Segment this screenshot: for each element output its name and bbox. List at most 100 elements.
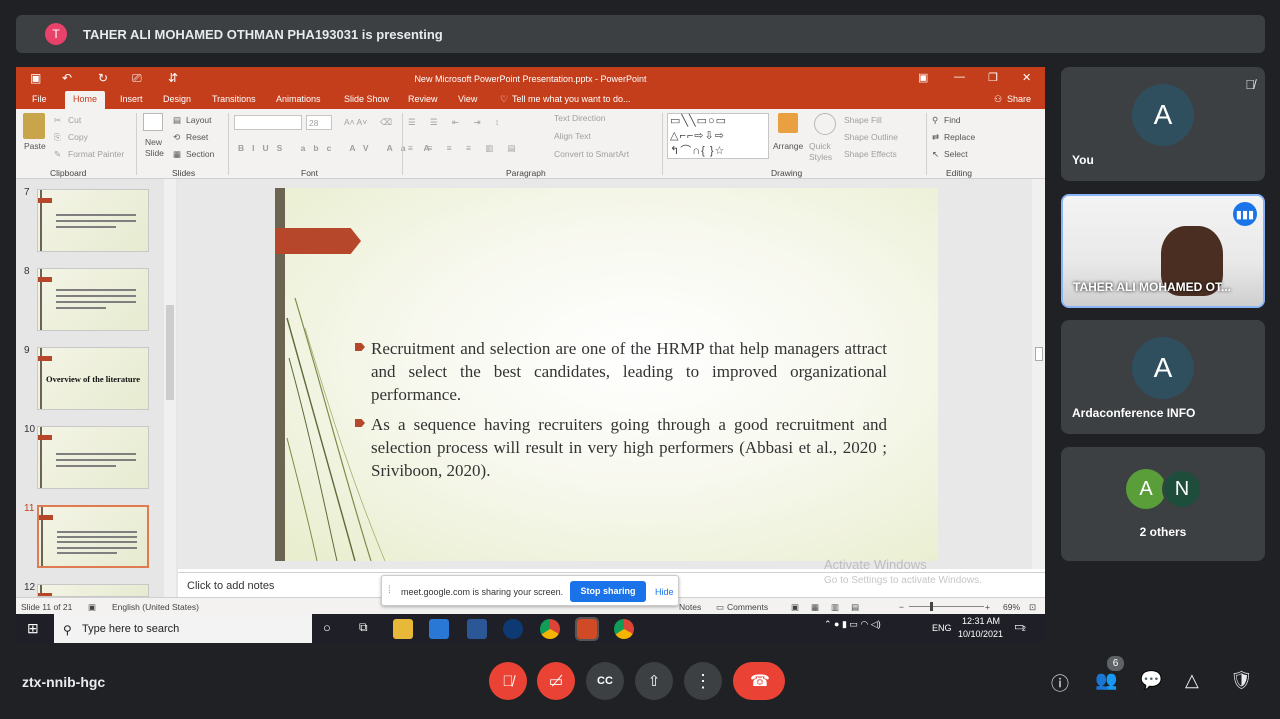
- grow-font-icon[interactable]: A˄ A˅: [344, 117, 367, 127]
- chrome-profile-icon[interactable]: [614, 619, 634, 639]
- end-call-button[interactable]: ☎: [733, 662, 785, 700]
- current-slide[interactable]: Recruitment and selection are one of the…: [275, 188, 938, 561]
- font-size-input[interactable]: 28: [306, 115, 332, 130]
- tab-slideshow[interactable]: Slide Show: [344, 94, 389, 104]
- tab-insert[interactable]: Insert: [120, 94, 143, 104]
- slide-bullet-1[interactable]: Recruitment and selection are one of the…: [371, 337, 887, 406]
- taskbar-search[interactable]: ⚲ Type here to search: [54, 614, 312, 643]
- meeting-details-icon[interactable]: ⓘ: [1051, 670, 1069, 696]
- copy-button[interactable]: Copy: [68, 132, 88, 142]
- activities-icon[interactable]: △: [1185, 670, 1199, 691]
- people-icon[interactable]: 👥: [1095, 670, 1117, 691]
- ribbon-display-icon[interactable]: ▣: [918, 71, 928, 84]
- convert-smartart-button[interactable]: Convert to SmartArt: [554, 149, 629, 159]
- zoom-slider-thumb[interactable]: [930, 602, 933, 611]
- paste-button[interactable]: Paste: [24, 141, 46, 151]
- participant-tile-arda[interactable]: A Ardaconference INFO: [1061, 320, 1265, 434]
- zoom-out-icon[interactable]: −: [899, 602, 904, 612]
- editor-scrollbar[interactable]: [1032, 179, 1045, 569]
- tab-transitions[interactable]: Transitions: [212, 94, 256, 104]
- slide-thumbnail[interactable]: [37, 426, 149, 489]
- tab-file[interactable]: File: [32, 94, 47, 104]
- layout-button[interactable]: Layout: [186, 115, 212, 125]
- stop-sharing-button[interactable]: Stop sharing: [570, 581, 646, 602]
- participant-tile-others[interactable]: A N 2 others: [1061, 447, 1265, 561]
- shape-effects-button[interactable]: Shape Effects: [844, 149, 897, 159]
- meeting-code[interactable]: ztx-nnib-hgc: [22, 674, 105, 690]
- drag-handle-icon[interactable]: ⁞: [388, 585, 391, 596]
- participant-tile-you[interactable]: A 🎙̸ You: [1061, 67, 1265, 181]
- taskbar-time[interactable]: 12:31 AM: [962, 616, 1000, 626]
- select-button[interactable]: Select: [944, 149, 968, 159]
- language-status[interactable]: English (United States): [112, 602, 199, 612]
- replace-button[interactable]: Replace: [944, 132, 975, 142]
- camera-off-button[interactable]: ▭̸: [537, 662, 575, 700]
- cortana-icon[interactable]: ○: [323, 620, 331, 635]
- captions-button[interactable]: CC: [586, 662, 624, 700]
- view-buttons[interactable]: ▣▦▥▤: [791, 602, 871, 613]
- cut-button[interactable]: Cut: [68, 115, 81, 125]
- host-controls-icon[interactable]: 🛡: [1230, 670, 1253, 691]
- zoom-level[interactable]: 69%: [1003, 602, 1020, 612]
- tray-icons[interactable]: ⌃ ● ▮ ▭ ◠ ◁): [824, 619, 881, 630]
- list-icons[interactable]: ☰ ☰ ⇤ ⇥ ↕: [408, 117, 505, 128]
- zoom-slider[interactable]: [909, 606, 984, 607]
- powerpoint-icon[interactable]: [575, 617, 599, 641]
- windows-start-icon[interactable]: ⊞: [27, 620, 39, 637]
- align-text-button[interactable]: Align Text: [554, 131, 591, 141]
- tab-animations[interactable]: Animations: [276, 94, 321, 104]
- font-name-input[interactable]: [234, 115, 302, 130]
- present-button[interactable]: ⇧: [635, 662, 673, 700]
- zoom-in-icon[interactable]: +: [985, 602, 990, 612]
- slides-scrollbar[interactable]: [164, 179, 176, 597]
- input-language[interactable]: ENG: [932, 623, 952, 633]
- slide-thumbnail[interactable]: [37, 268, 149, 331]
- slide-thumbnail[interactable]: [37, 189, 149, 252]
- more-options-button[interactable]: ⋮: [684, 662, 722, 700]
- tab-design[interactable]: Design: [163, 94, 191, 104]
- slide-bullet-2[interactable]: As a sequence having recruiters going th…: [371, 413, 887, 482]
- file-explorer-icon[interactable]: [393, 619, 413, 639]
- tell-me-box[interactable]: Tell me what you want to do...: [512, 94, 631, 104]
- hide-button[interactable]: Hide: [655, 587, 674, 597]
- arrange-button[interactable]: Arrange: [773, 141, 803, 151]
- mail-icon[interactable]: [429, 619, 449, 639]
- shape-outline-button[interactable]: Shape Outline: [844, 132, 898, 142]
- share-button[interactable]: Share: [1007, 94, 1031, 104]
- shape-fill-button[interactable]: Shape Fill: [844, 115, 882, 125]
- chat-icon[interactable]: 💬: [1140, 670, 1162, 691]
- slide-thumbnail[interactable]: [37, 584, 149, 597]
- tab-home[interactable]: Home: [65, 91, 106, 109]
- align-icons[interactable]: ≡ ≡ ≡ ≡ ▥ ▤: [408, 143, 522, 154]
- comments-button[interactable]: Comments: [727, 602, 768, 612]
- new-slide-button[interactable]: New Slide: [145, 137, 167, 159]
- reset-button[interactable]: Reset: [186, 132, 208, 142]
- slide-thumbnail[interactable]: Overview of the literature: [37, 347, 149, 410]
- fit-slide-icon[interactable]: ⊡: [1029, 602, 1036, 613]
- spellcheck-icon[interactable]: ▣: [88, 602, 96, 613]
- paste-icon[interactable]: [23, 113, 45, 139]
- notes-button[interactable]: Notes: [679, 602, 701, 612]
- find-button[interactable]: Find: [944, 115, 961, 125]
- tab-view[interactable]: View: [458, 94, 477, 104]
- chrome-icon[interactable]: [540, 619, 560, 639]
- comments-icon[interactable]: ▭: [716, 602, 724, 613]
- slide-thumbnail-selected[interactable]: [37, 505, 149, 568]
- quick-styles-icon[interactable]: [814, 113, 836, 135]
- shapes-gallery[interactable]: ▭╲╲▭○▭ △⌐⌐⇨⇩⇨ ↰⌒∩{ }☆: [667, 113, 769, 159]
- app-icon[interactable]: [503, 619, 523, 639]
- participant-tile-presenter[interactable]: ▮▮▮ TAHER ALI MOHAMED OT...: [1061, 194, 1265, 308]
- close-icon[interactable]: ✕: [1022, 71, 1031, 84]
- format-painter-button[interactable]: Format Painter: [68, 149, 124, 159]
- section-button[interactable]: Section: [186, 149, 214, 159]
- taskbar-date[interactable]: 10/10/2021: [958, 629, 1003, 639]
- text-direction-button[interactable]: Text Direction: [554, 113, 606, 123]
- task-view-icon[interactable]: ⧉: [359, 620, 368, 635]
- word-icon[interactable]: [467, 619, 487, 639]
- minimize-icon[interactable]: —: [954, 71, 965, 83]
- mic-off-button[interactable]: 🎙̸: [489, 662, 527, 700]
- clear-format-icon[interactable]: ⌫: [380, 117, 392, 128]
- quick-styles-button[interactable]: Quick Styles: [809, 141, 839, 163]
- new-slide-icon[interactable]: [143, 113, 163, 131]
- tab-review[interactable]: Review: [408, 94, 438, 104]
